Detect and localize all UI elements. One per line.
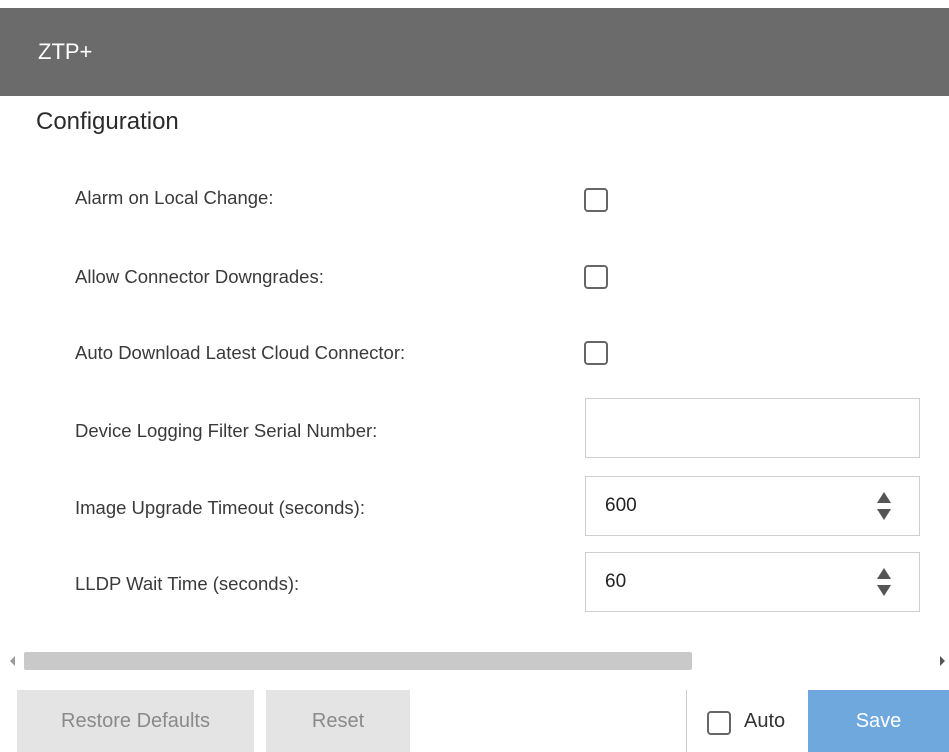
auto-checkbox[interactable] xyxy=(707,711,731,735)
scrollbar-thumb[interactable] xyxy=(24,652,692,670)
top-strip xyxy=(0,0,949,8)
scroll-right-icon[interactable] xyxy=(940,656,945,666)
image-upgrade-timeout-input[interactable]: 600 xyxy=(585,476,920,536)
image-upgrade-timeout-spinner[interactable] xyxy=(877,492,891,522)
save-button[interactable]: Save xyxy=(808,690,949,752)
allow-connector-downgrades-label: Allow Connector Downgrades: xyxy=(75,266,324,287)
image-upgrade-timeout-value: 600 xyxy=(605,495,637,516)
lldp-wait-time-input[interactable]: 60 xyxy=(585,552,920,612)
panel-title: ZTP+ xyxy=(0,8,949,96)
horizontal-scrollbar[interactable] xyxy=(0,648,949,674)
spinner-up-icon[interactable] xyxy=(877,568,891,579)
section-title: Configuration xyxy=(36,108,179,135)
restore-defaults-button[interactable]: Restore Defaults xyxy=(17,690,254,752)
auto-label: Auto xyxy=(744,710,786,732)
footer-toolbar: Restore Defaults Reset Auto Save xyxy=(0,674,949,752)
alarm-on-local-change-checkbox[interactable] xyxy=(584,188,608,212)
scroll-left-icon[interactable] xyxy=(10,656,15,666)
auto-download-cloud-connector-checkbox[interactable] xyxy=(584,341,608,365)
spinner-down-icon[interactable] xyxy=(877,585,891,596)
auto-download-cloud-connector-label: Auto Download Latest Cloud Connector: xyxy=(75,342,406,363)
lldp-wait-time-value: 60 xyxy=(605,571,627,592)
lldp-wait-time-spinner[interactable] xyxy=(877,568,891,598)
alarm-on-local-change-label: Alarm on Local Change: xyxy=(75,187,274,208)
lldp-wait-time-label: LLDP Wait Time (seconds): xyxy=(75,573,300,594)
reset-button[interactable]: Reset xyxy=(266,690,410,752)
spinner-up-icon[interactable] xyxy=(877,492,891,503)
device-logging-filter-serial-label: Device Logging Filter Serial Number: xyxy=(75,420,378,441)
spinner-down-icon[interactable] xyxy=(877,509,891,520)
footer-divider xyxy=(686,690,687,752)
image-upgrade-timeout-label: Image Upgrade Timeout (seconds): xyxy=(75,497,365,518)
allow-connector-downgrades-checkbox[interactable] xyxy=(584,265,608,289)
device-logging-filter-serial-input[interactable] xyxy=(585,398,920,458)
